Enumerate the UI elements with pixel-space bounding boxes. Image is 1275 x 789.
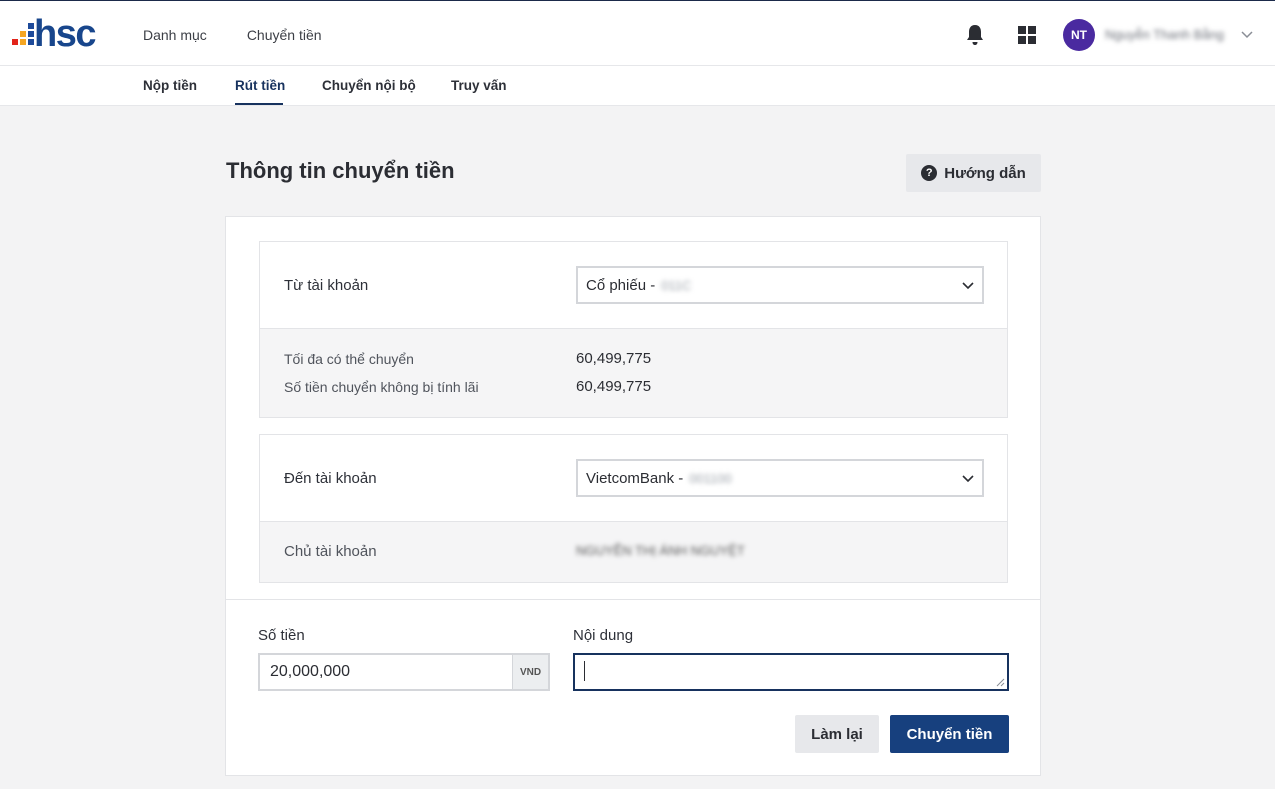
from-account-select[interactable]: Cổ phiếu - 011C xyxy=(576,266,984,304)
transfer-button[interactable]: Chuyển tiền xyxy=(890,715,1009,753)
avatar[interactable]: NT xyxy=(1063,19,1095,51)
top-nav: Danh mục Chuyển tiền xyxy=(143,27,322,43)
tab-chuyen-noi-bo[interactable]: Chuyển nội bộ xyxy=(322,78,416,93)
no-interest-label: Số tiền chuyển không bị tính lãi xyxy=(284,379,479,395)
text-caret xyxy=(584,661,585,681)
chevron-down-icon[interactable] xyxy=(1241,29,1253,39)
nav-chuyen-tien[interactable]: Chuyển tiền xyxy=(247,27,322,43)
chevron-down-icon xyxy=(962,475,974,483)
to-account-select[interactable]: VietcomBank - 001100 xyxy=(576,459,984,497)
account-owner-value: NGUYỄN THỊ ÁNH NGUYỆT xyxy=(576,543,745,558)
bell-icon[interactable] xyxy=(964,23,986,47)
to-account-panel: Đến tài khoản VietcomBank - 001100 Chủ t… xyxy=(259,434,1008,583)
tab-truy-van[interactable]: Truy vấn xyxy=(451,78,507,93)
nav-danh-muc[interactable]: Danh mục xyxy=(143,27,207,43)
logo-dots-icon xyxy=(12,15,34,51)
currency-unit: VND xyxy=(512,655,548,689)
from-account-panel: Từ tài khoản Cổ phiếu - 011C Tối đa có t… xyxy=(259,241,1008,418)
from-account-row: Từ tài khoản Cổ phiếu - 011C xyxy=(260,242,1007,329)
to-account-details: Chủ tài khoản NGUYỄN THỊ ÁNH NGUYỆT xyxy=(260,522,1007,582)
from-account-number: 011C xyxy=(661,277,692,293)
page-title: Thông tin chuyển tiền xyxy=(226,158,455,183)
from-account-value: Cổ phiếu - xyxy=(586,276,656,294)
amount-input[interactable]: 20,000,000 VND xyxy=(258,653,550,691)
amount-label: Số tiền xyxy=(258,627,305,644)
help-icon: ? xyxy=(921,165,938,181)
to-account-row: Đến tài khoản VietcomBank - 001100 xyxy=(260,435,1007,522)
no-interest-value: 60,499,775 xyxy=(576,378,652,395)
to-account-number: 001100 xyxy=(689,470,732,486)
resize-handle-icon[interactable] xyxy=(995,677,1005,687)
to-account-value: VietcomBank - xyxy=(586,469,684,487)
section-divider xyxy=(226,599,1040,600)
chevron-down-icon xyxy=(962,282,974,290)
from-account-details: Tối đa có thể chuyển 60,499,775 Số tiền … xyxy=(260,329,1007,417)
guide-button[interactable]: ? Hướng dẫn xyxy=(906,154,1041,192)
user-name[interactable]: Nguyễn Thanh Bằng xyxy=(1105,27,1224,42)
tab-nop-tien[interactable]: Nộp tiền xyxy=(143,78,197,93)
transfer-card: Từ tài khoản Cổ phiếu - 011C Tối đa có t… xyxy=(225,216,1041,776)
logo-text: hsc xyxy=(34,13,96,55)
from-account-label: Từ tài khoản xyxy=(284,277,369,294)
reset-button[interactable]: Làm lại xyxy=(795,715,879,753)
to-account-label: Đến tài khoản xyxy=(284,470,377,487)
active-tab-indicator xyxy=(235,103,283,105)
account-owner-label: Chủ tài khoản xyxy=(284,543,377,560)
hsc-logo[interactable]: hsc xyxy=(12,13,96,55)
amount-value: 20,000,000 xyxy=(270,663,351,680)
top-header: hsc Danh mục Chuyển tiền NT Nguyễn Thanh… xyxy=(0,0,1275,66)
content-label: Nội dung xyxy=(573,627,634,644)
guide-button-label: Hướng dẫn xyxy=(944,164,1026,182)
apps-grid-icon[interactable] xyxy=(1018,26,1036,44)
max-transfer-label: Tối đa có thể chuyển xyxy=(284,351,414,367)
content-textarea[interactable] xyxy=(573,653,1009,691)
sub-nav: Nộp tiền Rút tiền Chuyển nội bộ Truy vấn xyxy=(0,66,1275,106)
max-transfer-value: 60,499,775 xyxy=(576,350,652,367)
tab-rut-tien[interactable]: Rút tiền xyxy=(235,78,285,93)
